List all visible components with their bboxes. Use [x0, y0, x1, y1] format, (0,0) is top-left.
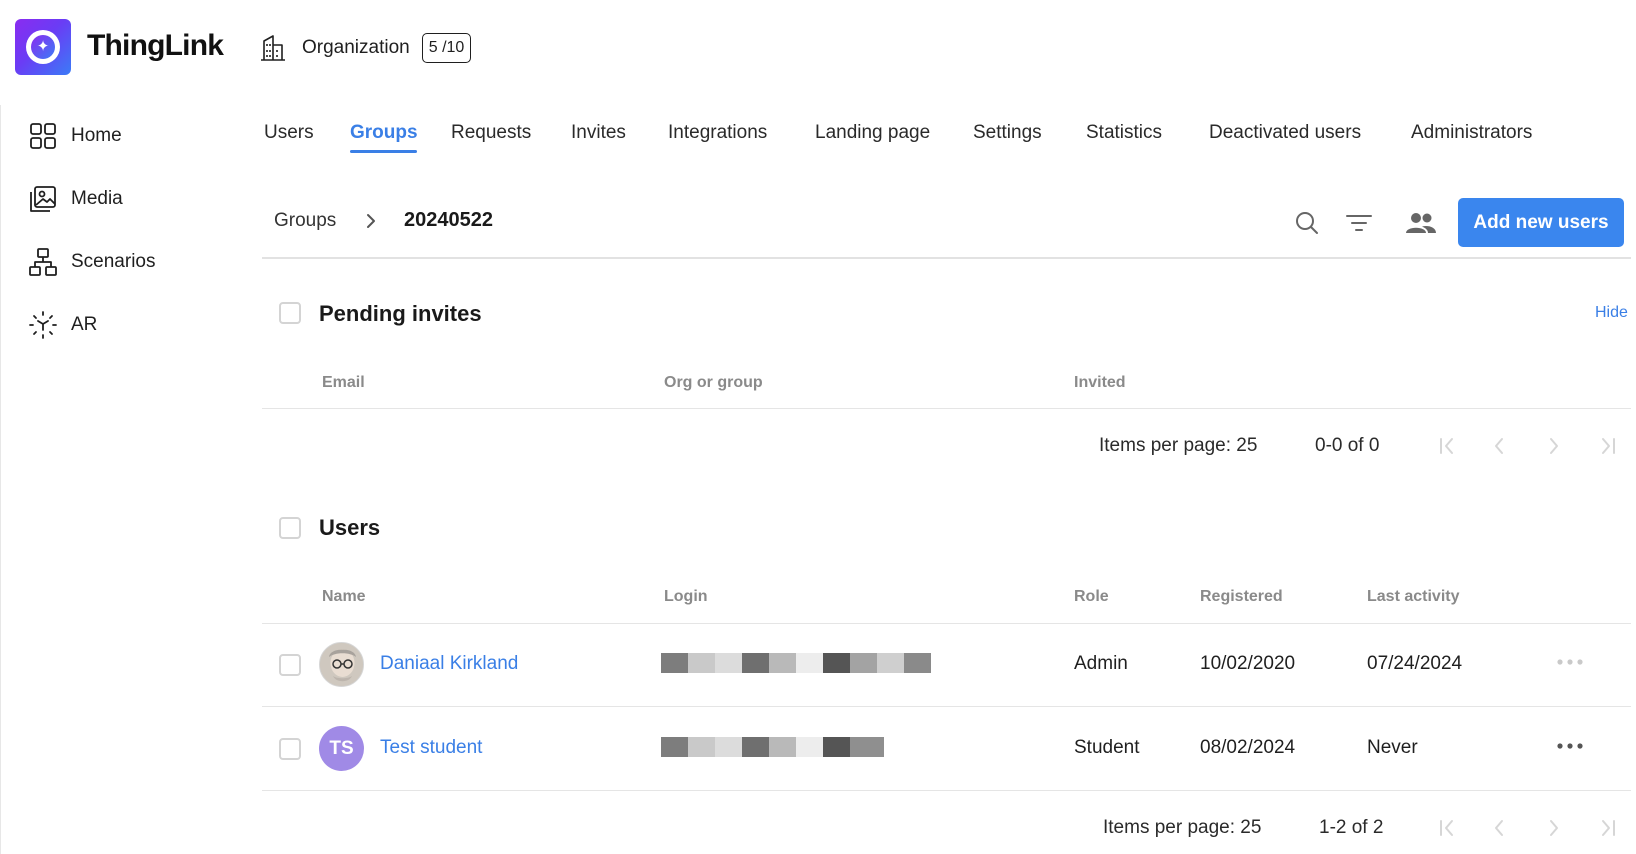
column-header-name[interactable]: Name — [322, 588, 366, 606]
pending-select-all-checkbox[interactable] — [279, 302, 301, 324]
row-divider — [262, 790, 1631, 791]
tab-administrators[interactable]: Administrators — [1411, 122, 1532, 144]
filter-icon[interactable] — [1344, 208, 1374, 238]
search-icon[interactable] — [1292, 208, 1322, 238]
hide-pending-link[interactable]: Hide — [1595, 304, 1628, 322]
ar-cube-icon — [29, 311, 57, 339]
sidebar-item-media[interactable]: Media — [28, 182, 123, 216]
row-checkbox[interactable] — [279, 738, 301, 760]
pagination-range: 0-0 of 0 — [1315, 435, 1380, 456]
user-photo-avatar — [320, 643, 363, 686]
sidebar-item-label: Media — [71, 188, 123, 209]
building-icon — [261, 35, 285, 61]
items-per-page-select[interactable]: Items per page: 25 — [1103, 817, 1261, 839]
column-header-login[interactable]: Login — [664, 588, 708, 606]
avatar: TS — [319, 726, 364, 771]
more-options-icon[interactable] — [1555, 657, 1585, 667]
row-checkbox[interactable] — [279, 654, 301, 676]
column-header-invited[interactable]: Invited — [1074, 374, 1126, 392]
tab-requests[interactable]: Requests — [451, 122, 531, 144]
user-registered-date: 10/02/2020 — [1200, 653, 1296, 674]
user-name-link[interactable]: Daniaal Kirkland — [380, 653, 518, 675]
pending-header-divider — [262, 408, 1631, 409]
toolbar-divider — [262, 257, 1631, 259]
column-header-email[interactable]: Email — [322, 374, 365, 392]
organization-label: Organization — [302, 37, 410, 58]
logo-ring: ✦ — [26, 30, 60, 64]
users-select-all-checkbox[interactable] — [279, 517, 301, 539]
tab-groups[interactable]: Groups — [350, 122, 418, 144]
pagination-range: 1-2 of 2 — [1319, 817, 1384, 838]
thinglink-logo[interactable]: ✦ — [15, 19, 71, 75]
row-divider — [262, 706, 1631, 707]
user-name-link[interactable]: Test student — [380, 737, 482, 759]
column-header-registered[interactable]: Registered — [1200, 588, 1283, 606]
add-new-users-button[interactable]: Add new users — [1458, 198, 1624, 247]
column-header-role[interactable]: Role — [1074, 588, 1109, 606]
items-per-page-select[interactable]: Items per page: 25 — [1099, 435, 1257, 457]
first-page-icon[interactable] — [1436, 817, 1458, 839]
tab-settings[interactable]: Settings — [973, 122, 1042, 144]
tab-users[interactable]: Users — [264, 122, 314, 144]
first-page-icon[interactable] — [1436, 435, 1458, 457]
user-last-activity: Never — [1367, 737, 1418, 758]
group-users-icon[interactable] — [1404, 208, 1438, 238]
seat-count-badge: 5 /10 — [421, 33, 472, 63]
user-role: Student — [1074, 737, 1140, 758]
active-tab-indicator — [350, 150, 417, 153]
column-header-org-or-group[interactable]: Org or group — [664, 374, 763, 392]
breadcrumb-current-group: 20240522 — [404, 209, 493, 231]
next-page-icon[interactable] — [1543, 817, 1565, 839]
tab-statistics[interactable]: Statistics — [1086, 122, 1162, 144]
more-options-icon[interactable] — [1555, 741, 1585, 751]
brand-name: ThingLink — [87, 29, 224, 62]
column-header-last-activity[interactable]: Last activity — [1367, 588, 1459, 606]
users-section-title: Users — [319, 515, 381, 540]
users-header-divider — [262, 623, 1631, 624]
organization-switcher[interactable]: Organization 5 /10 — [258, 32, 472, 64]
media-gallery-icon — [30, 186, 56, 212]
sidebar-item-ar[interactable]: AR — [28, 308, 97, 342]
home-grid-icon — [30, 123, 56, 149]
redacted-login — [661, 737, 884, 757]
sidebar-item-scenarios[interactable]: Scenarios — [28, 245, 156, 279]
redacted-login — [661, 653, 931, 673]
last-page-icon[interactable] — [1597, 817, 1619, 839]
next-page-icon[interactable] — [1543, 435, 1565, 457]
user-role: Admin — [1074, 653, 1128, 674]
scenarios-tree-icon — [29, 248, 57, 276]
sidebar-item-label: AR — [71, 314, 98, 335]
previous-page-icon[interactable] — [1488, 435, 1510, 457]
tab-landing-page[interactable]: Landing page — [815, 122, 930, 144]
sidebar-item-label: Home — [71, 125, 122, 146]
previous-page-icon[interactable] — [1488, 817, 1510, 839]
pending-invites-title: Pending invites — [319, 301, 482, 326]
sidebar-item-label: Scenarios — [71, 251, 156, 272]
tab-integrations[interactable]: Integrations — [668, 122, 767, 144]
breadcrumb-groups-link[interactable]: Groups — [274, 210, 336, 232]
chevron-right-icon — [367, 214, 375, 228]
last-page-icon[interactable] — [1597, 435, 1619, 457]
logo-star-icon: ✦ — [31, 35, 55, 59]
user-registered-date: 08/02/2024 — [1200, 737, 1296, 758]
tab-deactivated-users[interactable]: Deactivated users — [1209, 122, 1361, 144]
tab-invites[interactable]: Invites — [571, 122, 626, 144]
user-last-activity: 07/24/2024 — [1367, 653, 1463, 674]
avatar — [319, 642, 364, 687]
sidebar-item-home[interactable]: Home — [28, 119, 122, 153]
sidebar: Home Media Scenarios AR — [0, 105, 240, 854]
